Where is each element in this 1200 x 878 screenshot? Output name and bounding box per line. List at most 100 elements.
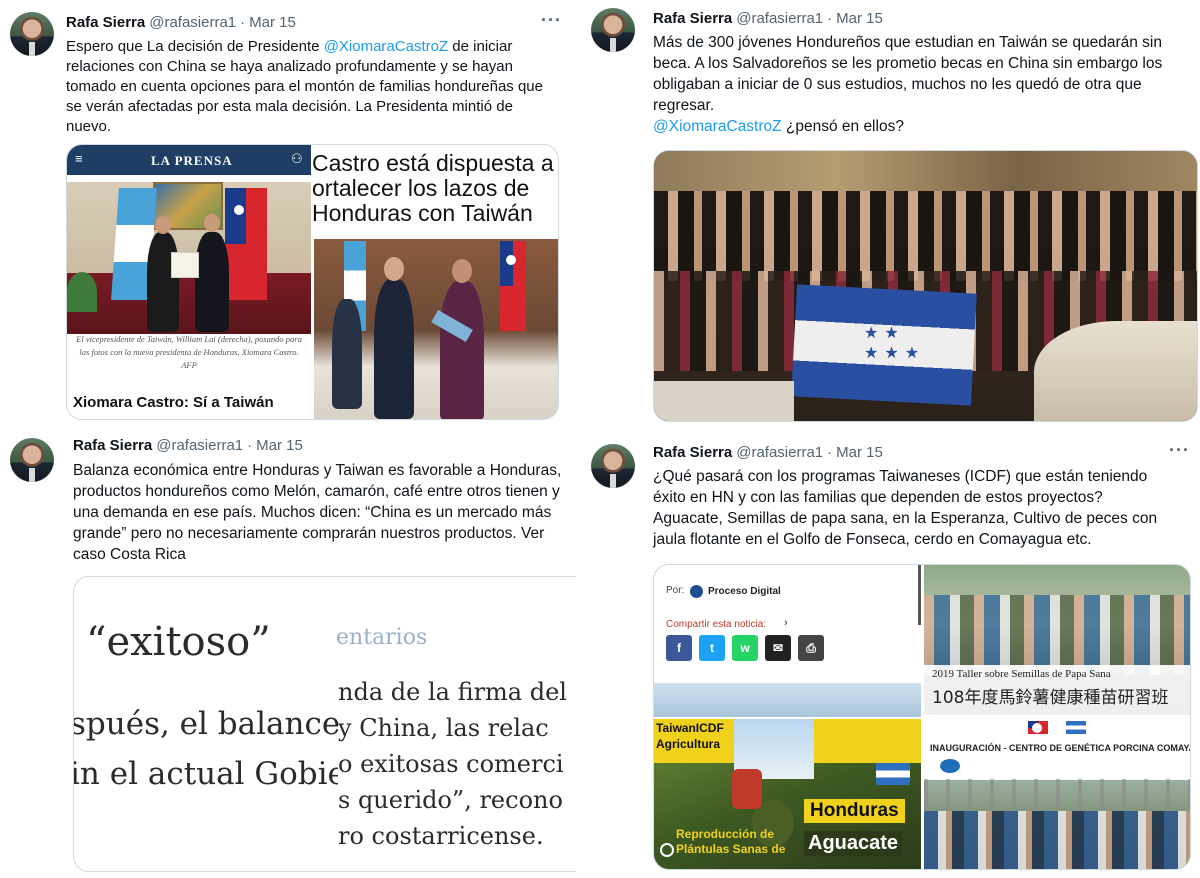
icdf-line-2: Agricultura [656, 737, 721, 751]
article-text-right: nda de la firma del y China, las relac o… [338, 674, 576, 854]
photo-caption: El vicepresidente de Taiwán, William Lai… [76, 334, 302, 370]
tweet-date[interactable]: Mar 15 [256, 437, 303, 454]
aguacate-subtitle-bottom: Plántulas Sanas de [676, 842, 786, 856]
article-line: o exitosas comerci [338, 750, 564, 778]
tweet-media[interactable]: ≡ LA PRENSA ⚇ El vicepresidente de Taiwá… [66, 144, 559, 420]
tweet-text-line: nuevo. [66, 118, 112, 135]
separator-dot: · [247, 437, 253, 454]
article-title: Castro está dispuesta a ortalecer los la… [312, 151, 558, 226]
whatsapp-icon[interactable]: w [732, 635, 758, 661]
tweet-text-line: productos hondureños como Melón, camarón… [73, 483, 560, 500]
article-line: y China, las relac [338, 714, 549, 742]
tweet-media[interactable]: ★★ ★★★ [653, 150, 1198, 422]
author-name[interactable]: Rafa Sierra [66, 14, 145, 31]
tweet-1[interactable]: Rafa Sierra @rafasierra1 · Mar 15 ··· Es… [0, 0, 576, 430]
article-line: in el actual Gobie [73, 756, 338, 792]
badge-aguacate: Aguacate [804, 831, 903, 856]
banner-chinese: 108年度馬鈴薯健康種苗研習班 [932, 688, 1169, 708]
quote-word: “exitoso” [86, 619, 271, 665]
site-logo: LA PRENSA [151, 153, 233, 168]
alt-badge-icon [660, 843, 674, 857]
tweet-text: ¿Qué pasará con los programas Taiwaneses… [653, 466, 1198, 550]
share-label: Compartir esta noticia: [666, 619, 767, 630]
article-text-left: spués, el balance in el actual Gobie [73, 699, 338, 799]
author-handle[interactable]: @rafasierra1 [736, 444, 823, 461]
news-photo-right [314, 239, 558, 419]
group-photo: ★★ ★★★ [654, 151, 1197, 421]
site-header-bar: ≡ LA PRENSA ⚇ [67, 145, 311, 175]
tweet-text-line: @XiomaraCastroZ ¿pensó en ellos? [653, 118, 904, 135]
separator-dot: · [827, 444, 833, 461]
source-name: Proceso Digital [708, 586, 781, 597]
article-headline: Xiomara Castro: Sí a Taiwán [73, 394, 274, 411]
tweet-3[interactable]: Rafa Sierra @rafasierra1 · Mar 15 Balanz… [0, 430, 576, 878]
avatar[interactable] [591, 8, 635, 52]
tweet-text-line: regresar. [653, 97, 715, 114]
tweet-text-line: tomado en cuenta opciones para el montón… [66, 78, 543, 95]
workshop-photo[interactable]: 2019 Taller sobre Semillas de Papa Sana … [924, 565, 1190, 715]
avatar[interactable] [10, 438, 54, 482]
mention-link[interactable]: @XiomaraCastroZ [653, 118, 782, 135]
facebook-icon[interactable]: f [666, 635, 692, 661]
tweet-text-line: se verán afectadas por esta mala decisió… [66, 98, 513, 115]
tweet-text-line: caso Costa Rica [73, 546, 186, 563]
author-handle[interactable]: @rafasierra1 [156, 437, 243, 454]
author-name[interactable]: Rafa Sierra [653, 10, 732, 27]
workshop-banner: 2019 Taller sobre Semillas de Papa Sana … [924, 665, 1190, 715]
chevron-right-icon: › [784, 617, 788, 629]
tweet-2[interactable]: Rafa Sierra @rafasierra1 · Mar 15 Más de… [583, 0, 1200, 430]
article-line: ro costarricense. [338, 822, 544, 850]
tweet-date[interactable]: Mar 15 [249, 14, 296, 31]
twitter-icon[interactable]: t [699, 635, 725, 661]
proceso-digital-panel[interactable]: Por: Proceso Digital Compartir esta noti… [654, 565, 921, 717]
faded-heading: entarios [336, 625, 428, 650]
avatar[interactable] [10, 12, 54, 56]
tweet-text-line: una demanda en ese país. Muchos dicen: “… [73, 504, 552, 521]
tweet-text-line: obligaban a iniciar de 0 sus estudios, m… [653, 76, 1142, 93]
tweet-text-line: Más de 300 jóvenes Hondureños que estudi… [653, 34, 1162, 51]
email-icon[interactable]: ✉ [765, 635, 791, 661]
more-options-icon[interactable]: ··· [1169, 440, 1190, 461]
article-line: spués, el balance [73, 706, 338, 742]
tweet-text: Más de 300 jóvenes Hondureños que estudi… [653, 32, 1198, 137]
by-label: Por: [666, 585, 685, 596]
author-name[interactable]: Rafa Sierra [653, 444, 732, 461]
badge-honduras: Honduras [804, 799, 905, 823]
inauguration-photo[interactable]: INAUGURACIÓN - CENTRO DE GENÉTICA PORCIN… [924, 719, 1191, 869]
author-handle[interactable]: @rafasierra1 [149, 14, 236, 31]
author-handle[interactable]: @rafasierra1 [736, 10, 823, 27]
mention-link[interactable]: @XiomaraCastroZ [324, 38, 448, 55]
tweet-text-line: Aguacate, Semillas de papa sana, en la E… [653, 510, 1158, 527]
tweet-text-line: relaciones con China se haya analizado p… [66, 58, 513, 75]
article-line: s querido”, recono [338, 786, 563, 814]
print-icon[interactable]: ⎙ [798, 635, 824, 661]
aguacate-program-photo[interactable]: TaiwanICDF Agricultura Honduras Aguacate… [654, 719, 921, 869]
user-icon: ⚇ [291, 151, 303, 166]
tweet-text-line: beca. A los Salvadoreños se les prometio… [653, 55, 1163, 72]
article-line: nda de la firma del [338, 678, 567, 706]
news-photo-left [67, 182, 311, 334]
article-title-line: Honduras con Taiwán [312, 200, 533, 226]
more-options-icon[interactable]: ··· [541, 10, 562, 31]
inauguration-title: INAUGURACIÓN - CENTRO DE GENÉTICA PORCIN… [930, 743, 1191, 753]
tweet-text-line: éxito en HN y con las familias que depen… [653, 489, 1103, 506]
aguacate-subtitle-top: Reproducción de [676, 827, 775, 841]
tweet-text-line: Balanza económica entre Honduras y Taiwa… [73, 462, 562, 479]
tweet-4[interactable]: Rafa Sierra @rafasierra1 · Mar 15 ··· ¿Q… [583, 430, 1200, 878]
article-title-line: ortalecer los lazos de [312, 175, 530, 201]
tweet-text: Balanza económica entre Honduras y Taiwa… [73, 460, 576, 565]
separator-dot: · [827, 10, 833, 27]
tweet-media[interactable]: “exitoso” entarios spués, el balance in … [73, 576, 576, 872]
proceso-digital-logo-icon [690, 585, 703, 598]
tweet-date[interactable]: Mar 15 [836, 444, 883, 461]
tweet-text-line: ¿Qué pasará con los programas Taiwaneses… [653, 468, 1148, 485]
banner-title: 2019 Taller sobre Semillas de Papa Sana [932, 668, 1111, 680]
author-name[interactable]: Rafa Sierra [73, 437, 152, 454]
article-title-line: Castro está dispuesta a [312, 151, 554, 176]
tweet-media-grid[interactable]: Por: Proceso Digital Compartir esta noti… [653, 564, 1191, 870]
avatar[interactable] [591, 444, 635, 488]
tweet-text-line: jaula flotante en el Golfo de Fonseca, c… [653, 531, 1092, 548]
tweet-date[interactable]: Mar 15 [836, 10, 883, 27]
separator-dot: · [240, 14, 246, 31]
tweet-text: Espero que La decisión de Presidente @Xi… [66, 37, 566, 137]
